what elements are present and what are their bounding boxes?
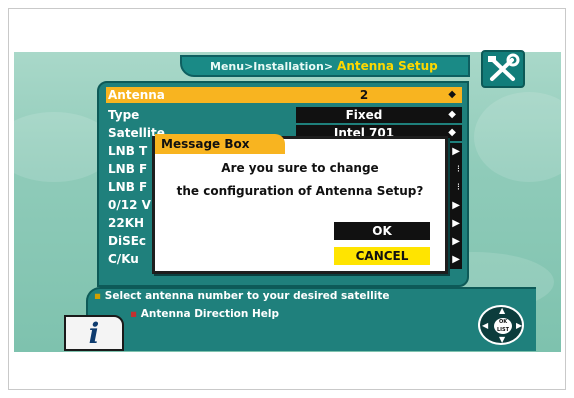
menu-row-label: 0/12 V: [108, 198, 151, 212]
menu-row-label: Type: [108, 108, 140, 122]
info-icon: i: [64, 315, 124, 351]
menu-row-value: Fixed: [296, 107, 462, 123]
help-text-label: Select antenna number to your desired sa…: [104, 290, 390, 302]
scroll-arrows: ▶ ⁝ ⁝ ▶ ▶ ▶ ▶: [448, 143, 462, 269]
breadcrumb: Menu>Installation> Antenna Setup: [180, 55, 470, 77]
help-text: ▪ Select antenna number to your desired …: [94, 290, 389, 302]
menu-row-label: 22KH: [108, 216, 145, 230]
up-arrow-icon: ▲: [499, 306, 506, 315]
cancel-button[interactable]: CANCEL: [334, 247, 430, 265]
arrow-column: ▶ ⁝ ⁝ ▶ ▶ ▶ ▶: [452, 146, 460, 265]
red-bullet-icon: ▪: [130, 308, 141, 320]
menu-row-label: LNB F: [108, 162, 148, 176]
menu-row-antenna[interactable]: Antenna 2 ◆: [106, 87, 462, 103]
left-arrow-icon: ◀: [482, 321, 489, 330]
ok-list-icon: OK LIST: [494, 318, 512, 334]
help-subtext: ▪ Antenna Direction Help: [130, 308, 279, 320]
navigation-pad-icon: ▲ ▼ ◀ ▶ OK LIST: [478, 305, 524, 345]
left-right-arrow-icon: ◆: [448, 89, 456, 100]
ok-button[interactable]: OK: [334, 222, 430, 240]
tools-icon: [481, 50, 525, 88]
message-line-1: Are you sure to change: [221, 161, 379, 175]
page-title: Antenna Setup: [337, 59, 438, 73]
map-decoration: [474, 92, 561, 182]
menu-row-label: LNB F: [108, 180, 148, 194]
down-arrow-icon: ▼: [499, 335, 506, 344]
menu-row-value: 2: [296, 87, 462, 103]
menu-row-label: LNB T: [108, 144, 148, 158]
menu-row-label: DiSEc: [108, 234, 147, 248]
menu-row-label: C/Ku: [108, 252, 139, 266]
breadcrumb-path: Menu>Installation>: [210, 60, 334, 73]
bullet-icon: ▪: [94, 290, 105, 302]
message-line-2: the configuration of Antenna Setup?: [176, 184, 424, 198]
menu-row-label: Antenna: [108, 88, 165, 102]
right-arrow-icon: ▶: [516, 321, 523, 330]
left-right-arrow-icon: ◆: [448, 127, 456, 138]
help-subtext-label: Antenna Direction Help: [140, 308, 280, 320]
left-right-arrow-icon: ◆: [448, 109, 456, 120]
message-box-title: Message Box: [155, 134, 285, 154]
menu-row-type[interactable]: Type Fixed ◆: [106, 107, 462, 123]
